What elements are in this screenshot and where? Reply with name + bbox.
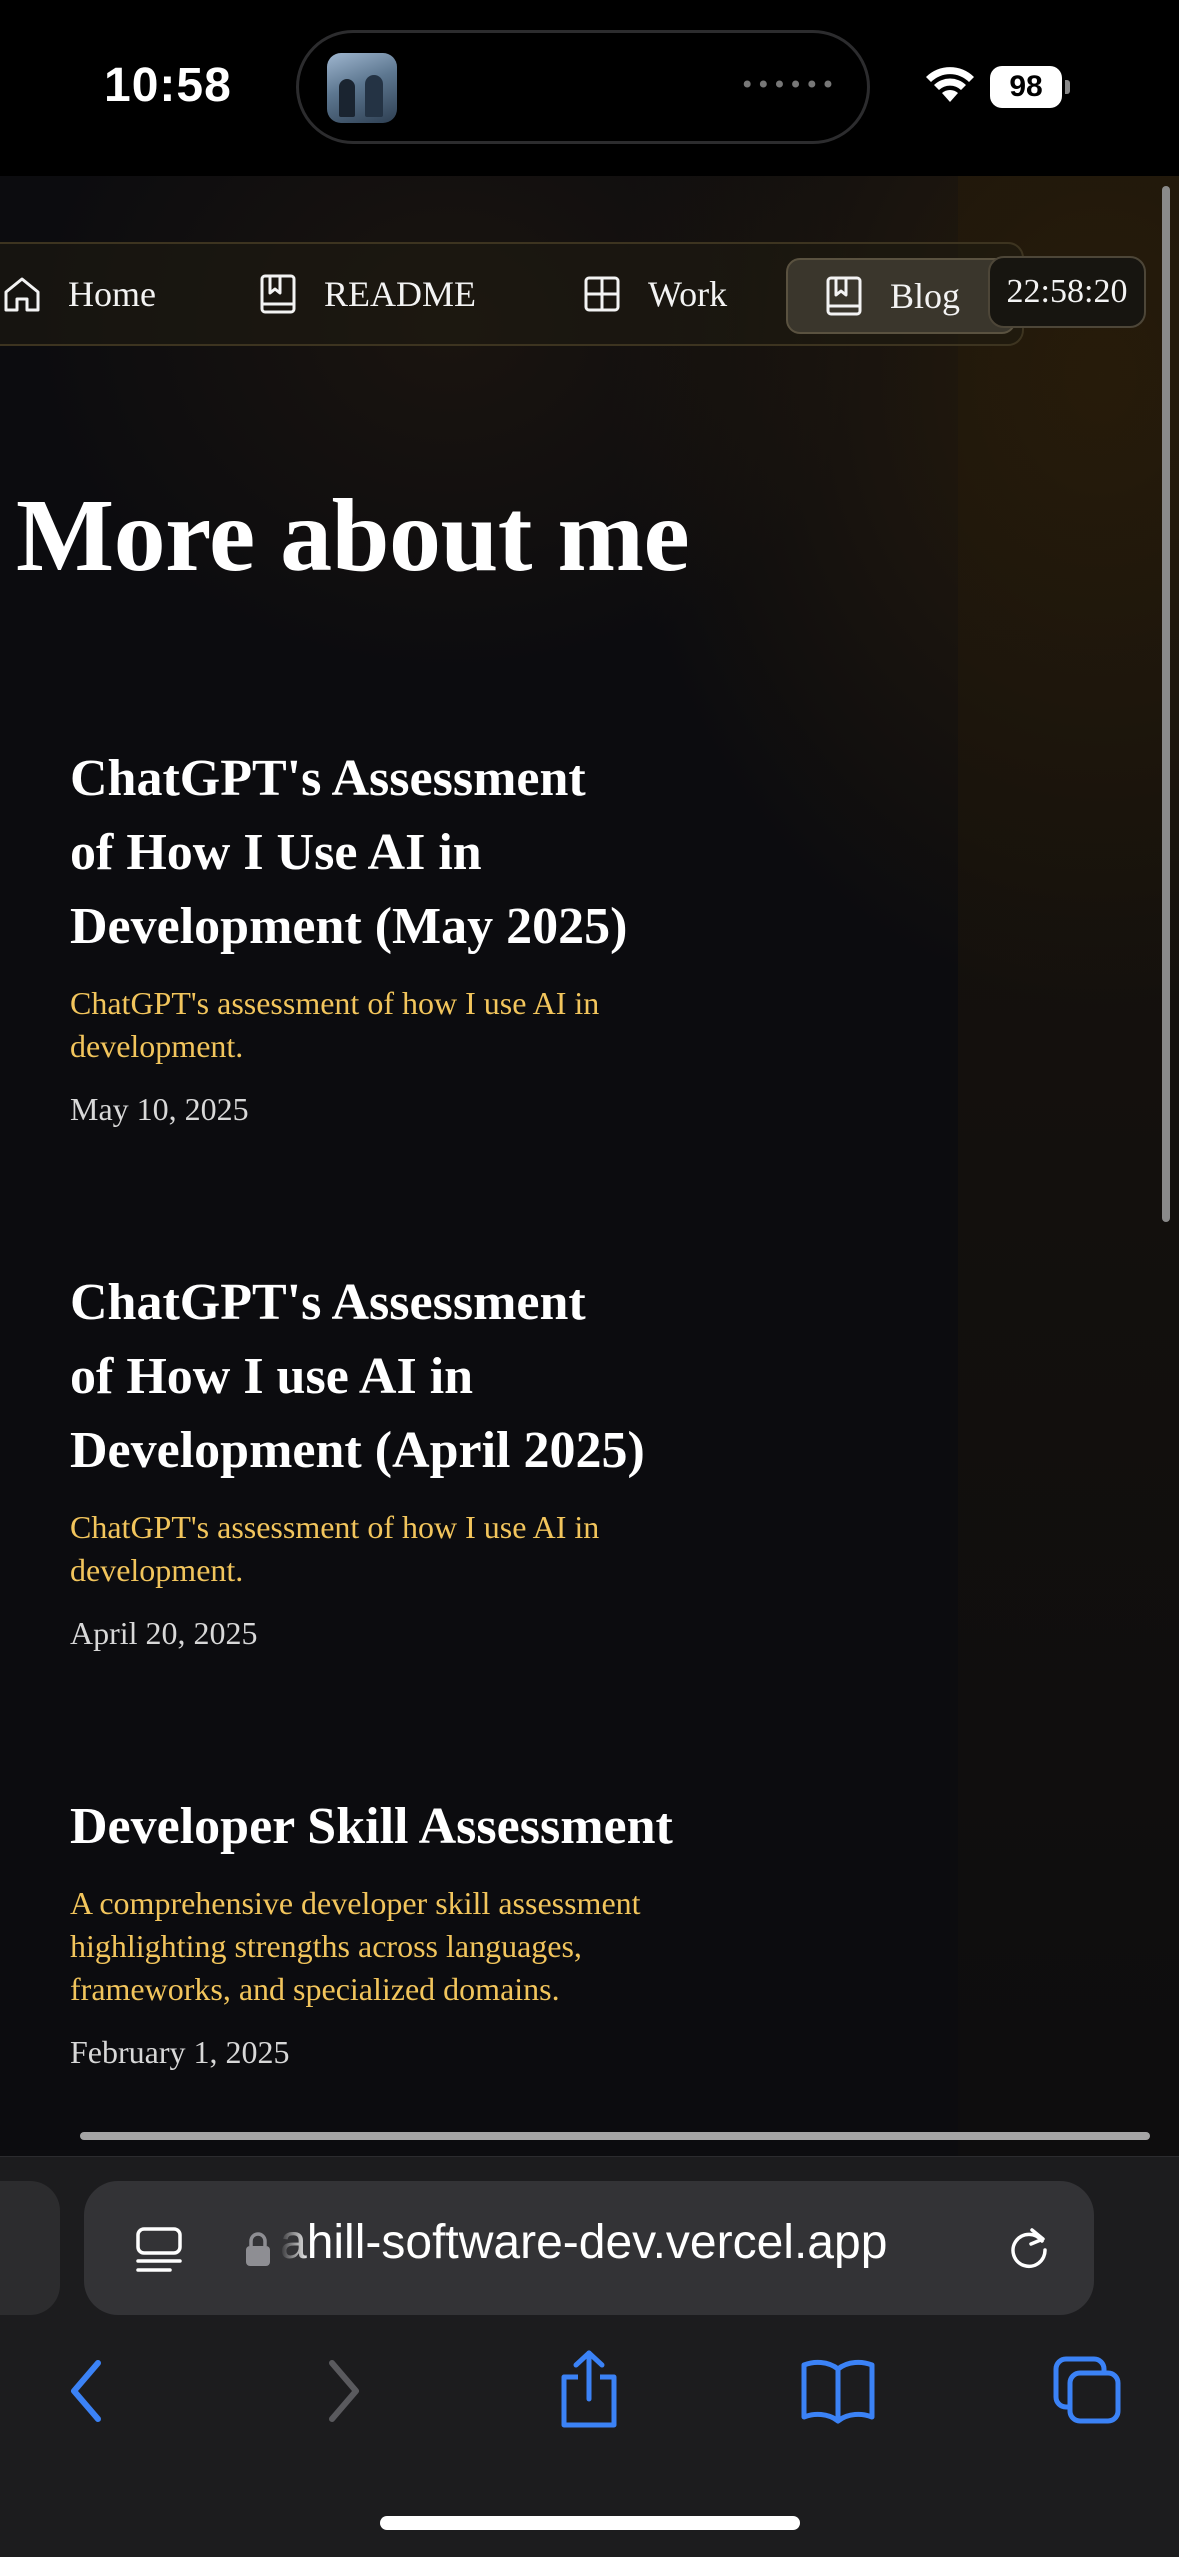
post-title[interactable]: ChatGPT's Assessment of How I use AI in …: [70, 1266, 760, 1488]
blog-post-card[interactable]: ChatGPT's Assessment of How I use AI in …: [70, 1266, 760, 1655]
vertical-scrollbar[interactable]: [1162, 186, 1170, 1222]
post-title-line: Developer Skill Assessment: [70, 1798, 673, 1855]
blog-post-card[interactable]: ChatGPT's Assessment of How I Use AI in …: [70, 742, 760, 1131]
back-icon[interactable]: [64, 2355, 112, 2427]
post-description-line: development.: [70, 1552, 244, 1588]
decorative-panel: [958, 176, 1179, 2156]
address-bar[interactable]: ahill-software-dev.vercel.app: [84, 2181, 1094, 2315]
post-description-line: development.: [70, 1028, 244, 1064]
top-navigation: Home README Work Blog: [0, 242, 1024, 346]
browser-toolbar: ahill-software-dev.vercel.app: [0, 2156, 1179, 2557]
forward-icon[interactable]: [318, 2355, 366, 2427]
bookmarks-icon[interactable]: [800, 2355, 876, 2425]
wifi-icon: [926, 67, 974, 102]
horizontal-scrollbar[interactable]: [80, 2132, 1150, 2140]
post-title-line: Development (May 2025): [70, 898, 628, 955]
now-playing-artwork[interactable]: [327, 53, 397, 123]
audio-waveform-icon: ••••••: [740, 71, 837, 99]
web-page: Home README Work Blog 22:58:20 More abou…: [0, 176, 1179, 2156]
home-indicator[interactable]: [380, 2516, 800, 2530]
page-title: More about me: [16, 478, 690, 593]
post-title-line: ChatGPT's Assessment: [70, 750, 586, 807]
home-icon: [4, 277, 40, 312]
nav-label-home: Home: [68, 274, 156, 314]
url-text[interactable]: ahill-software-dev.vercel.app: [280, 2215, 980, 2270]
post-description: A comprehensive developer skill assessme…: [70, 1882, 760, 2011]
nav-label-work: Work: [648, 274, 728, 314]
post-description-line: A comprehensive developer skill assessme…: [70, 1885, 641, 1921]
post-description: ChatGPT's assessment of how I use AI in …: [70, 982, 760, 1068]
dynamic-island[interactable]: ••••••: [296, 30, 870, 144]
blog-post-card[interactable]: Developer Skill Assessment A comprehensi…: [70, 1790, 760, 2074]
post-title[interactable]: ChatGPT's Assessment of How I Use AI in …: [70, 742, 760, 964]
nav-item-blog[interactable]: Blog: [786, 258, 1016, 334]
nav-label-readme: README: [324, 274, 476, 314]
post-description-line: ChatGPT's assessment of how I use AI in: [70, 985, 600, 1021]
post-title-line: of How I Use AI in: [70, 824, 482, 881]
post-description-line: ChatGPT's assessment of how I use AI in: [70, 1509, 600, 1545]
previous-tab-preview[interactable]: [0, 2181, 60, 2315]
post-title-line: of How I use AI in: [70, 1348, 474, 1405]
time-display: 22:58:20: [988, 256, 1146, 328]
post-title-line: Development (April 2025): [70, 1422, 645, 1479]
post-date: April 20, 2025: [70, 1615, 258, 1651]
nav-item-home[interactable]: Home: [2, 244, 156, 344]
battery-indicator: 98: [990, 66, 1070, 108]
status-bar: 10:58 •••••• 98: [0, 0, 1179, 176]
post-title[interactable]: Developer Skill Assessment: [70, 1790, 760, 1864]
post-description-line: frameworks, and specialized domains.: [70, 1971, 560, 2007]
share-icon[interactable]: [556, 2349, 622, 2429]
nav-label-blog: Blog: [890, 276, 961, 316]
book-bookmark-icon: [826, 276, 862, 316]
post-title-line: ChatGPT's Assessment: [70, 1274, 586, 1331]
reload-icon[interactable]: [1004, 2223, 1054, 2273]
book-bookmark-icon: [260, 274, 296, 314]
lock-icon: [246, 2232, 270, 2266]
status-time: 10:58: [104, 59, 232, 112]
nav-item-readme[interactable]: README: [258, 244, 476, 344]
post-description-line: highlighting strengths across languages,: [70, 1928, 582, 1964]
post-description: ChatGPT's assessment of how I use AI in …: [70, 1506, 760, 1592]
page-menu-icon[interactable]: [134, 2225, 184, 2275]
post-date: May 10, 2025: [70, 1091, 249, 1127]
grid-icon: [584, 276, 620, 312]
post-date: February 1, 2025: [70, 2034, 290, 2070]
nav-item-work[interactable]: Work: [582, 244, 727, 344]
tabs-icon[interactable]: [1052, 2355, 1124, 2427]
